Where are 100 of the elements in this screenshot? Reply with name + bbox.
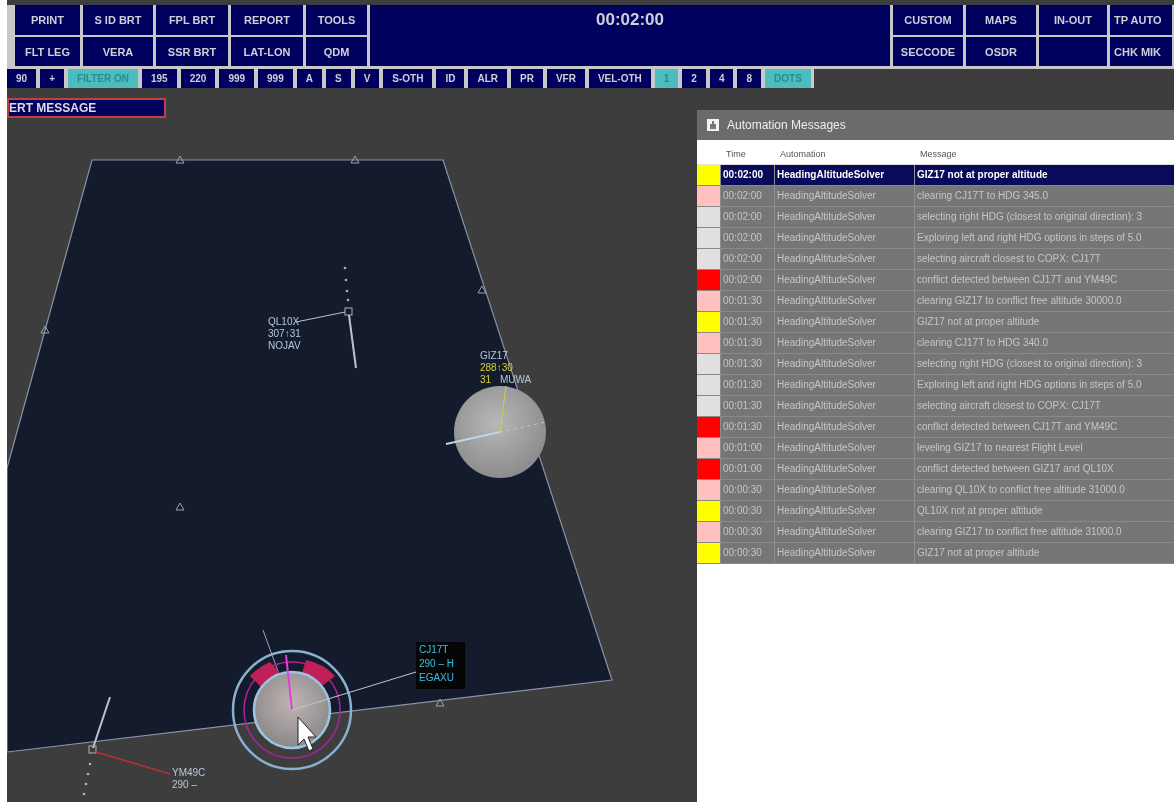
table-cell: 00:01:30 [720, 312, 774, 332]
table-cell: 00:02:00 [720, 228, 774, 248]
table-cell: HeadingAltitudeSolver [774, 417, 914, 437]
table-cell: conflict detected between GIZ17 and QL10X [914, 459, 1174, 479]
table-cell: GIZ17 not at proper altitude [914, 312, 1174, 332]
column-header: Automation [779, 148, 827, 159]
waypoint-icon [435, 698, 445, 707]
table-cell: selecting right HDG (closest to original direction): 3 [914, 207, 1174, 227]
table-cell: 00:00:30 [720, 543, 774, 563]
filter-button[interactable]: 195 [142, 69, 177, 88]
filter-button[interactable]: 220 [180, 69, 216, 88]
table-cell: clearing GIZ17 to conflict free altitude 30000.0 [914, 291, 1174, 311]
table-cell: HeadingAltitudeSolver [774, 375, 914, 395]
table-cell: HeadingAltitudeSolver [774, 312, 914, 332]
filter-button[interactable]: ID [436, 69, 465, 88]
table-cell: HeadingAltitudeSolver [774, 480, 914, 500]
filter-button[interactable]: 2 [682, 69, 706, 88]
table-cell: HeadingAltitudeSolver [774, 249, 914, 269]
filter-button[interactable]: ALR [468, 69, 507, 88]
table-cell: 00:00:30 [720, 480, 774, 500]
aircraft-label: MUWA [500, 374, 532, 385]
filter-button[interactable]: 4 [709, 69, 734, 88]
table-cell: 00:01:30 [720, 291, 774, 311]
toolbar-button[interactable]: SSR BRT [156, 37, 228, 66]
table-cell: clearing CJ17T to HDG 340.0 [914, 333, 1174, 353]
table-cell: HeadingAltitudeSolver [774, 543, 914, 563]
toolbar-button[interactable]: IN-OUT [1039, 5, 1107, 35]
toolbar-button[interactable] [1039, 37, 1107, 66]
alert-message-box[interactable]: ERT MESSAGE [7, 98, 166, 118]
table-cell: HeadingAltitudeSolver [774, 396, 914, 416]
toolbar-button[interactable]: LAT-LON [231, 37, 303, 66]
table-cell: 00:02:00 [720, 165, 774, 185]
table-cell: HeadingAltitudeSolver [774, 333, 914, 353]
toolbar-button[interactable]: PRINT [15, 5, 80, 35]
filter-button[interactable]: VFR [546, 69, 585, 88]
toolbar-button[interactable]: QDM [306, 37, 367, 66]
table-row[interactable]: 00:02:00 HeadingAltitudeSolver GIZ17 not at proper altitude [697, 165, 1174, 186]
table-cell: 00:02:00 [720, 186, 774, 206]
waypoint-icon [350, 155, 360, 164]
table-cell: GIZ17 not at proper altitude [914, 543, 1174, 563]
toolbar-button[interactable]: FLT LEG [15, 37, 80, 66]
clock-time: 00:02:00 [595, 10, 665, 30]
table-cell: GIZ17 not at proper altitude [914, 165, 1174, 185]
table-cell: QL10X not at proper altitude [914, 501, 1174, 521]
toolbar-button[interactable]: VERA [83, 37, 153, 66]
filter-button[interactable]: V [354, 69, 380, 88]
filter-button[interactable]: A [296, 69, 322, 88]
toolbar-button[interactable]: S ID BRT [83, 5, 153, 35]
table-cell: Exploring left and right HDG options in steps of 5.0 [914, 228, 1174, 248]
column-header: Time [725, 148, 747, 159]
table-cell: selecting aircraft closest to COPX: CJ17T [914, 249, 1174, 269]
column-header: Message [919, 148, 958, 159]
table-cell: HeadingAltitudeSolver [774, 270, 914, 290]
table-cell: HeadingAltitudeSolver [774, 186, 914, 206]
table-cell: selecting aircraft closest to COPX: CJ17T [914, 396, 1174, 416]
toolbar-button[interactable]: REPORT [231, 5, 303, 35]
aircraft-label: GIZ17 [480, 350, 508, 361]
table-cell: clearing CJ17T to HDG 345.0 [914, 186, 1174, 206]
table-cell: HeadingAltitudeSolver [774, 501, 914, 521]
toolbar-button[interactable]: CUSTOM [893, 5, 963, 35]
aircraft-label: 307↑31 [268, 328, 301, 339]
filter-button[interactable]: 8 [737, 69, 762, 88]
cursor-icon [297, 716, 317, 752]
window-icon [707, 119, 719, 131]
aircraft-label: CJ17T [419, 644, 449, 655]
table-cell: 00:01:30 [720, 396, 774, 416]
aircraft-label: NOJAV [268, 340, 301, 351]
toolbar-button[interactable]: TP AUTO [1110, 5, 1172, 35]
window-title: Automation Messages [727, 118, 846, 132]
filter-button[interactable]: + [40, 69, 64, 88]
aircraft-label: 290 – H [419, 658, 455, 669]
toolbar-button[interactable]: TOOLS [306, 5, 367, 35]
waypoint-icon [477, 285, 487, 294]
toolbar-button[interactable]: CHK MIK [1110, 37, 1172, 66]
filter-button[interactable]: 999 [219, 69, 255, 88]
table-cell: 00:00:30 [720, 501, 774, 521]
aircraft-label: YM49C [172, 767, 206, 778]
table-cell: 00:02:00 [720, 249, 774, 269]
filter-button[interactable]: S [326, 69, 351, 88]
filter-button[interactable]: 90 [7, 69, 37, 88]
table-cell: 00:02:00 [720, 207, 774, 227]
table-cell: selecting right HDG (closest to original direction): 3 [914, 354, 1174, 374]
toolbar-button[interactable]: FPL BRT [156, 5, 228, 35]
table-cell: HeadingAltitudeSolver [774, 228, 914, 248]
waypoint-icon [40, 325, 50, 334]
toolbar-button[interactable]: MAPS [966, 5, 1036, 35]
filter-button[interactable]: PR [511, 69, 543, 88]
toolbar-button[interactable]: SECCODE [893, 37, 963, 66]
table-cell: 00:01:00 [720, 438, 774, 458]
toolbar-button[interactable]: OSDR [966, 37, 1036, 66]
aircraft-label: 288↑30 [480, 362, 513, 373]
table-cell: conflict detected between CJ17T and YM49C [914, 270, 1174, 290]
filter-button[interactable]: VEL-OTH [588, 69, 651, 88]
aircraft-label: 290 – [172, 779, 198, 790]
table-cell: 00:01:30 [720, 354, 774, 374]
table-cell: HeadingAltitudeSolver [774, 207, 914, 227]
table-cell: HeadingAltitudeSolver [774, 165, 914, 185]
table-cell: HeadingAltitudeSolver [774, 459, 914, 479]
filter-button[interactable]: 999 [258, 69, 293, 88]
filter-button[interactable]: S-OTH [383, 69, 433, 88]
